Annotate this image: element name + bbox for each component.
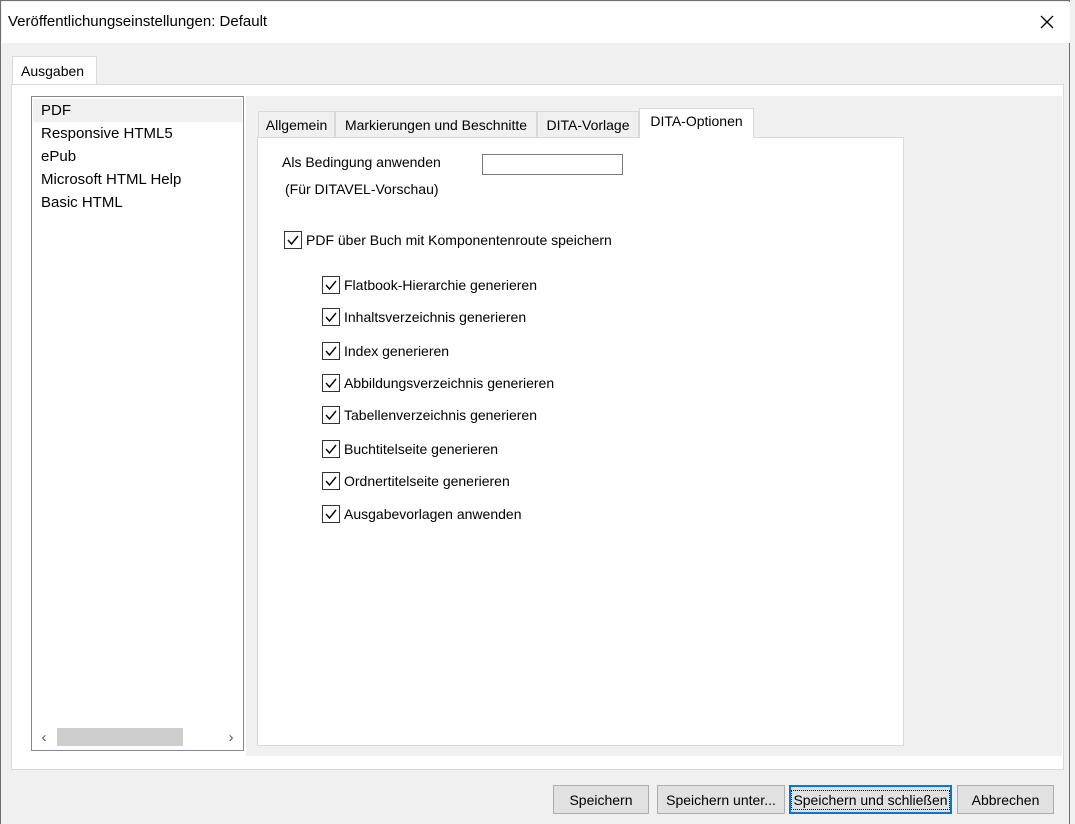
output-templates-checkbox[interactable]: [322, 505, 340, 523]
cancel-button[interactable]: Abbrechen: [957, 785, 1054, 814]
save-and-close-button[interactable]: Speichern und schließen: [789, 785, 952, 814]
folder-title-page-label[interactable]: Ordnertitelseite generieren: [344, 473, 510, 489]
save-as-button[interactable]: Speichern unter...: [657, 785, 785, 814]
book-title-page-label[interactable]: Buchtitelseite generieren: [344, 441, 498, 457]
tab-dita-optionen[interactable]: DITA-Optionen: [639, 108, 754, 138]
output-format-list[interactable]: PDF Responsive HTML5 ePub Microsoft HTML…: [31, 96, 244, 751]
book-title-page-checkbox[interactable]: [322, 440, 340, 458]
flatbook-label[interactable]: Flatbook-Hierarchie generieren: [344, 277, 537, 293]
pdf-book-label[interactable]: PDF über Buch mit Komponentenroute speic…: [306, 232, 612, 248]
list-item-responsive-html5[interactable]: Responsive HTML5: [33, 122, 242, 145]
tables-list-label[interactable]: Tabellenverzeichnis generieren: [344, 407, 537, 423]
tables-list-checkbox[interactable]: [322, 406, 340, 424]
figures-list-checkbox[interactable]: [322, 374, 340, 392]
flatbook-checkbox[interactable]: [322, 276, 340, 294]
checkmark-icon: [325, 346, 337, 357]
checkmark-icon: [325, 378, 337, 389]
index-label[interactable]: Index generieren: [344, 343, 449, 359]
scrollbar-thumb[interactable]: [57, 728, 183, 746]
window-title: Veröffentlichungseinstellungen: Default: [8, 13, 268, 30]
checkmark-icon: [325, 280, 337, 291]
condition-sublabel: (Für DITAVEL-Vorschau): [285, 181, 439, 197]
horizontal-scrollbar[interactable]: ‹ ›: [33, 725, 242, 749]
tab-dita-vorlage[interactable]: DITA-Vorlage: [537, 111, 639, 138]
list-item-basic-html[interactable]: Basic HTML: [33, 191, 242, 214]
tab-ausgaben[interactable]: Ausgaben: [12, 56, 97, 85]
scroll-right-icon[interactable]: ›: [220, 725, 242, 749]
index-checkbox[interactable]: [322, 342, 340, 360]
checkmark-icon: [325, 509, 337, 520]
close-button[interactable]: [1032, 8, 1062, 36]
tab-markierungen-und-beschnitte[interactable]: Markierungen und Beschnitte: [335, 111, 537, 138]
folder-title-page-checkbox[interactable]: [322, 472, 340, 490]
list-item-pdf[interactable]: PDF: [33, 99, 242, 122]
title-bar: Veröffentlichungseinstellungen: Default: [2, 2, 1070, 43]
toc-checkbox[interactable]: [322, 308, 340, 326]
checkmark-icon: [325, 476, 337, 487]
condition-input[interactable]: [482, 154, 623, 175]
checkmark-icon: [325, 444, 337, 455]
scroll-left-icon[interactable]: ‹: [33, 725, 55, 749]
save-and-close-label: Speichern und schließen: [791, 789, 950, 810]
pdf-book-checkbox[interactable]: [284, 231, 302, 249]
list-item-epub[interactable]: ePub: [33, 145, 242, 168]
condition-label: Als Bedingung anwenden: [282, 154, 441, 170]
checkmark-icon: [287, 235, 299, 246]
output-templates-label[interactable]: Ausgabevorlagen anwenden: [344, 506, 521, 522]
checkmark-icon: [325, 312, 337, 323]
list-item-microsoft-html-help[interactable]: Microsoft HTML Help: [33, 168, 242, 191]
save-button[interactable]: Speichern: [553, 785, 649, 814]
toc-label[interactable]: Inhaltsverzeichnis generieren: [344, 309, 526, 325]
tab-allgemein[interactable]: Allgemein: [258, 111, 335, 138]
checkmark-icon: [325, 410, 337, 421]
close-icon: [1040, 15, 1054, 29]
figures-list-label[interactable]: Abbildungsverzeichnis generieren: [344, 375, 554, 391]
